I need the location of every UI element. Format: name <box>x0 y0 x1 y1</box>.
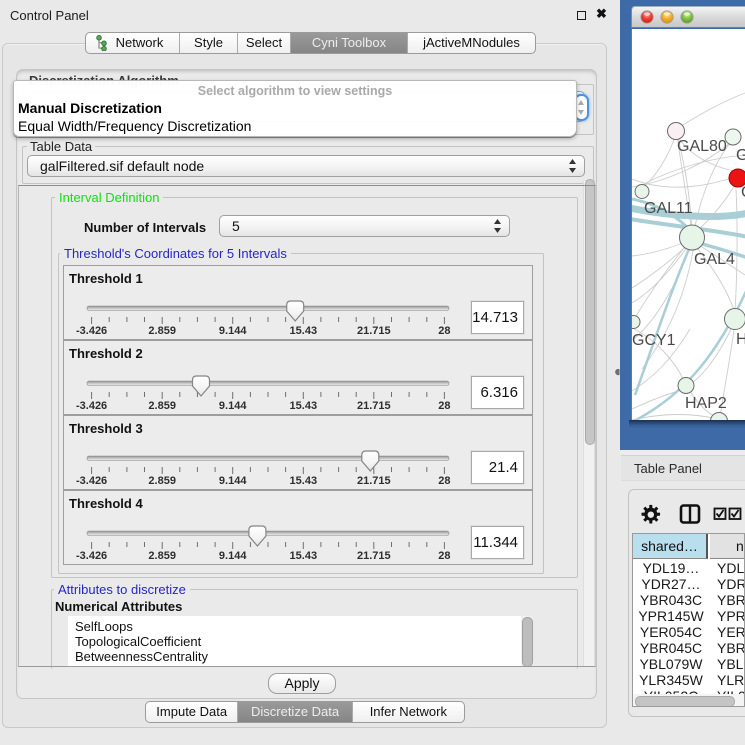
svg-text:HAP2: HAP2 <box>685 395 727 412</box>
svg-text:GCY1: GCY1 <box>632 332 676 349</box>
svg-text:GAL11: GAL11 <box>644 200 693 217</box>
svg-text:GAL80: GAL80 <box>677 138 727 155</box>
svg-text:GAL4: GAL4 <box>694 251 735 268</box>
svg-text:GA: GA <box>736 147 745 164</box>
svg-text:C: C <box>741 184 745 201</box>
svg-text:H: H <box>736 331 745 348</box>
